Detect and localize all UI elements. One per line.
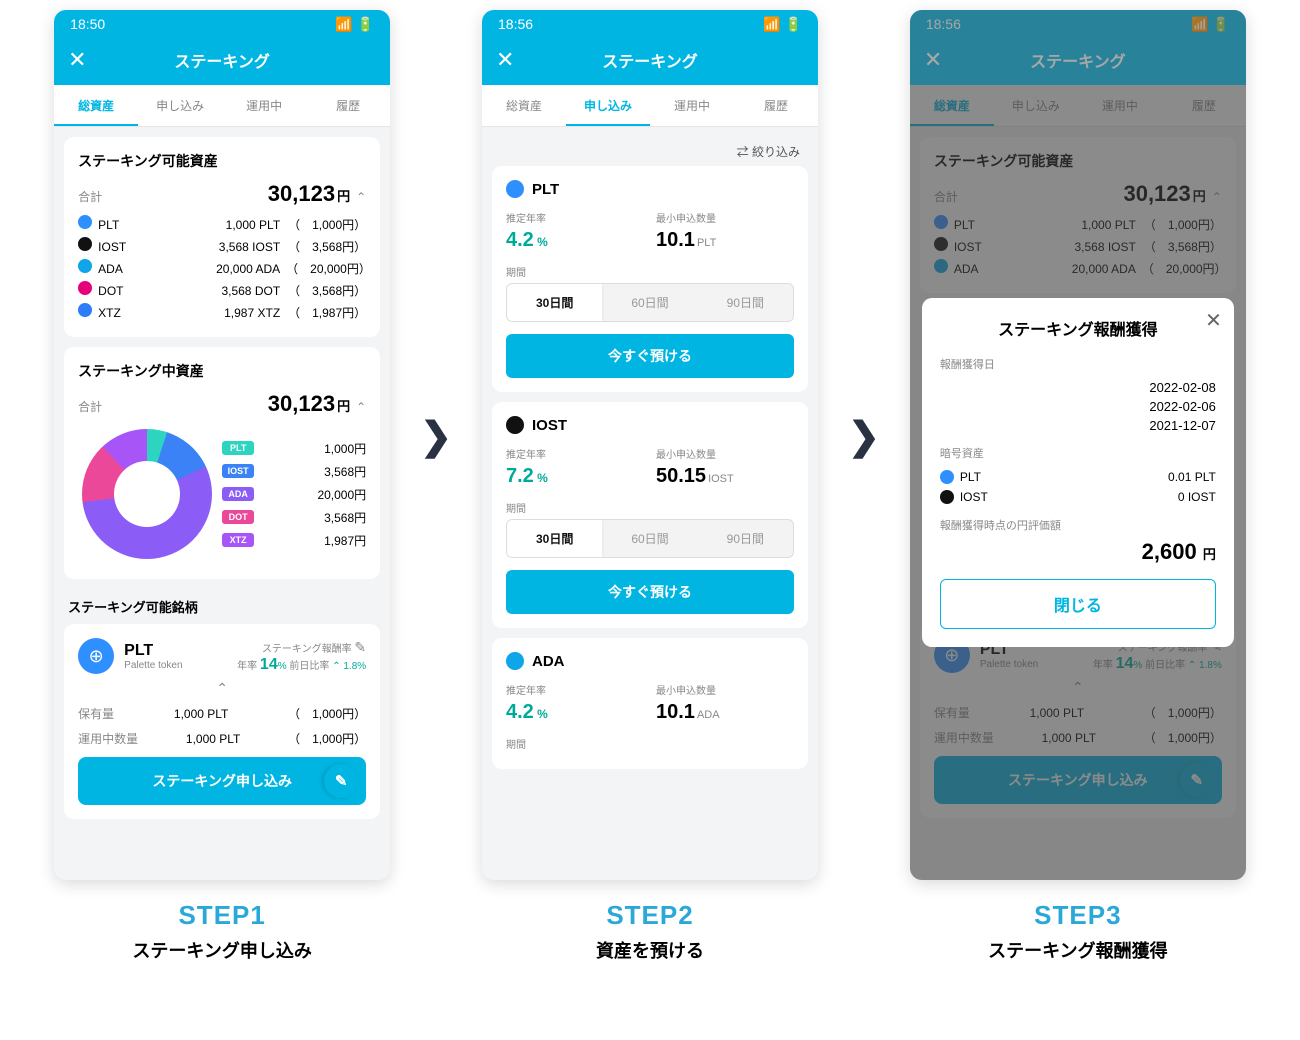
apply-button[interactable]: ステーキング申し込み✎ (78, 757, 366, 805)
coin-icon (506, 180, 524, 198)
phone-step3: 18:56📶 🔋 ✕ステーキング 総資産 申し込み 運用中 履歴 ステーキング可… (910, 10, 1246, 880)
coin-icon (78, 281, 92, 295)
offer-card: ADA推定年率4.2 %最小申込数量10.1ADA期間 (492, 638, 808, 769)
phone-step2: 18:56📶 🔋 ✕ステーキング 総資産 申し込み 運用中 履歴 ⇄ 絞り込み … (482, 10, 818, 880)
coin-badge: PLT (222, 441, 254, 455)
modal-title: ステーキング報酬獲得 (940, 316, 1216, 340)
card-title: ステーキング可能資産 (78, 151, 366, 171)
coin-badge: DOT (222, 510, 254, 524)
asset-row: IOST3,568 IOST（ 3,568円） (78, 235, 366, 257)
asset-row: PLT1,000 PLT（ 1,000円） (78, 213, 366, 235)
coin-icon (940, 470, 954, 484)
staking-assets-card: ステーキング中資産 合計 30,123円⌃ PLT1,000円IOST3,568… (64, 347, 380, 579)
period-option[interactable]: 30日間 (507, 284, 602, 321)
offer-card: IOST推定年率7.2 %最小申込数量50.15IOST期間30日間60日間90… (492, 402, 808, 628)
coin-badge: IOST (222, 464, 254, 478)
tab-apply[interactable]: 申し込み (566, 85, 650, 126)
coin-subtitle: Palette token (124, 660, 182, 671)
deposit-button[interactable]: 今すぐ預ける (506, 334, 794, 378)
total-label: 合計 (78, 188, 102, 205)
card-title: ステーキング中資産 (78, 361, 366, 381)
deposit-button[interactable]: 今すぐ預ける (506, 570, 794, 614)
coin-symbol: ADA (532, 653, 565, 670)
close-icon[interactable]: ✕ (1205, 308, 1222, 333)
asset-row: DOT3,568 DOT（ 3,568円） (78, 279, 366, 301)
edit-icon[interactable]: ✎ (354, 639, 366, 655)
period-selector: 30日間60日間90日間 (506, 519, 794, 558)
coin-icon (78, 303, 92, 317)
tab-history[interactable]: 履歴 (306, 85, 390, 126)
apy: 4.2 % (506, 229, 644, 252)
section-title: ステーキング可能銘柄 (64, 589, 380, 624)
min-amount: 10.1PLT (656, 229, 794, 252)
coin-icon (78, 259, 92, 273)
coin-icon (940, 490, 954, 504)
status-bar: 18:56📶 🔋 (482, 10, 818, 37)
reward-date: 2022-02-06 (940, 397, 1216, 416)
tab-assets[interactable]: 総資産 (54, 85, 138, 126)
apy: 14 (260, 656, 278, 673)
min-amount: 50.15IOST (656, 465, 794, 488)
plt-icon: ⊕ (78, 638, 114, 674)
close-button[interactable]: 閉じる (940, 579, 1216, 629)
coin-symbol: PLT (532, 181, 559, 198)
reward-date: 2022-02-08 (940, 378, 1216, 397)
min-amount: 10.1ADA (656, 701, 794, 724)
tabs: 総資産 申し込み 運用中 履歴 (54, 85, 390, 127)
period-option[interactable]: 60日間 (602, 284, 697, 321)
asset-row: ADA20,000 ADA（ 20,000円） (78, 257, 366, 279)
legend-item: DOT3,568円 (222, 506, 366, 529)
period-option[interactable]: 90日間 (698, 520, 793, 557)
offer-card: PLT推定年率4.2 %最小申込数量10.1PLT期間30日間60日間90日間今… (492, 166, 808, 392)
chevron-up-icon[interactable]: ⌃ (356, 190, 366, 204)
coin-icon (78, 237, 92, 251)
arrow-right-icon: ❯ (848, 414, 880, 459)
legend-item: XTZ1,987円 (222, 529, 366, 552)
apy: 4.2 % (506, 701, 644, 724)
change: ⌃ 1.8% (332, 661, 366, 672)
tab-apply[interactable]: 申し込み (138, 85, 222, 126)
reward-modal: ✕ ステーキング報酬獲得 報酬獲得日 2022-02-08 2022-02-06… (922, 298, 1234, 647)
arrow-right-icon: ❯ (420, 414, 452, 459)
period-option[interactable]: 60日間 (602, 520, 697, 557)
coin-icon (506, 416, 524, 434)
step-title: ステーキング申し込み (132, 937, 311, 963)
page-title: ステーキング (68, 48, 376, 72)
coin-card: ⊕ PLTPalette token ステーキング報酬率 ✎ 年率 14% 前日… (64, 624, 380, 819)
reward-asset: IOST0 IOST (940, 487, 1216, 507)
phone-step1: 18:50 📶 🔋 ✕ ステーキング 総資産 申し込み 運用中 履歴 ステーキン… (54, 10, 390, 880)
step-label: STEP1 (132, 900, 311, 931)
period-option[interactable]: 30日間 (507, 520, 602, 557)
apy: 7.2 % (506, 465, 644, 488)
coin-symbol: IOST (532, 417, 567, 434)
filter-button[interactable]: ⇄ 絞り込み (492, 137, 808, 166)
coin-badge: XTZ (222, 533, 254, 547)
coin-badge: ADA (222, 487, 254, 501)
header: ✕ ステーキング (54, 37, 390, 85)
legend-item: ADA20,000円 (222, 483, 366, 506)
reward-date: 2021-12-07 (940, 416, 1216, 435)
tab-active[interactable]: 運用中 (222, 85, 306, 126)
reward-asset: PLT0.01 PLT (940, 467, 1216, 487)
period-option[interactable]: 90日間 (698, 284, 793, 321)
legend-item: PLT1,000円 (222, 437, 366, 460)
time: 18:50 (70, 16, 105, 33)
tab-active[interactable]: 運用中 (650, 85, 734, 126)
legend-item: IOST3,568円 (222, 460, 366, 483)
available-assets-card: ステーキング可能資産 合計 30,123円⌃ PLT1,000 PLT（ 1,0… (64, 137, 380, 337)
period-selector: 30日間60日間90日間 (506, 283, 794, 322)
coin-icon (506, 652, 524, 670)
chevron-up-icon[interactable]: ⌃ (356, 400, 366, 414)
coin-icon (78, 215, 92, 229)
coin-name: PLT (124, 642, 182, 660)
total-value: 30,123 (268, 181, 335, 206)
chevron-up-icon[interactable]: ⌃ (78, 676, 366, 701)
edit-fab-icon[interactable]: ✎ (324, 764, 358, 798)
tab-history[interactable]: 履歴 (734, 85, 818, 126)
donut-chart (82, 429, 212, 559)
status-bar: 18:50 📶 🔋 (54, 10, 390, 37)
status-icons: 📶 🔋 (335, 16, 374, 33)
tab-assets[interactable]: 総資産 (482, 85, 566, 126)
asset-row: XTZ1,987 XTZ（ 1,987円） (78, 301, 366, 323)
